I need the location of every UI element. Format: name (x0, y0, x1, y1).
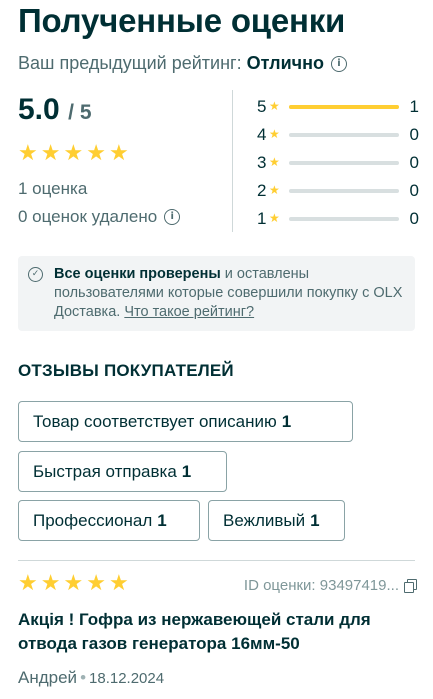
check-circle-icon: ✓ (28, 267, 43, 282)
star-icon: ★ (18, 141, 38, 166)
chip-label: Быстрая отправка (33, 461, 177, 481)
star-icon: ★ (269, 98, 280, 113)
review-tag-chip[interactable]: Вежливый 1 (208, 500, 345, 541)
removed-count: 0 оценок удалено i (18, 207, 181, 227)
star-icon: ★ (269, 126, 280, 141)
vertical-divider (232, 90, 233, 232)
previous-rating-label: Ваш предыдущий рейтинг: (18, 53, 242, 73)
previous-rating-value: Отлично (246, 53, 324, 73)
review-id: ID оценки: 93497419... (243, 577, 417, 594)
review-stars: ★ ★ ★ ★ ★ (18, 573, 129, 595)
info-icon[interactable]: i (330, 55, 347, 72)
bar-fill (289, 105, 399, 109)
star-icon: ★ (269, 182, 280, 197)
score-max: / 5 (68, 101, 92, 124)
verification-notice: ✓ Все оценки проверены и оставлены польз… (18, 256, 415, 331)
distribution-row: 3 ★ 0 (257, 149, 419, 177)
chip-count: 1 (310, 510, 320, 530)
distribution-bar (289, 217, 399, 221)
average-score: 5.0 / 5 (18, 93, 92, 127)
rating-distribution: 5 ★ 1 4 ★ 0 3 ★ 0 2 ★ 0 1 ★ 0 (257, 93, 419, 233)
chip-label: Вежливый (223, 510, 306, 530)
review-id-text: ID оценки: 93497419... (243, 577, 399, 594)
page-title: Полученные оценки (18, 2, 346, 39)
distribution-row: 2 ★ 0 (257, 177, 419, 205)
chip-label: Профессионал (33, 510, 153, 530)
star-icon: ★ (269, 154, 280, 169)
score-value: 5.0 (18, 93, 60, 126)
review-author: Андрей (18, 668, 78, 687)
ratings-count: 1 оценка (18, 179, 88, 198)
chip-count: 1 (181, 461, 192, 481)
star-icon: ★ (40, 141, 61, 166)
section-divider (18, 560, 415, 561)
reviews-section-title: ОТЗЫВЫ ПОКУПАТЕЛЕЙ (18, 361, 234, 380)
row-count: 0 (409, 153, 419, 172)
row-count: 0 (409, 181, 419, 200)
review-meta: Андрей • 18.12.2024 (18, 668, 164, 688)
chip-count: 1 (281, 411, 292, 431)
row-count: 0 (409, 209, 419, 228)
row-stars: 4 (257, 125, 267, 144)
separator-dot: • (80, 668, 87, 687)
row-count: 1 (409, 97, 419, 116)
what-is-rating-link[interactable]: Что такое рейтинг? (124, 304, 254, 320)
row-stars: 5 (257, 97, 267, 116)
star-icon: ★ (269, 210, 280, 225)
star-icon: ★ (86, 141, 106, 166)
summary-stars: ★ ★ ★ ★ ★ (18, 143, 129, 165)
notice-bold: Все оценки проверены (54, 266, 221, 282)
copy-icon[interactable] (404, 579, 417, 593)
distribution-bar (289, 133, 399, 137)
removed-count-label: 0 оценок удалено (18, 207, 158, 226)
review-product-title[interactable]: Акція ! Гофра из нержавеющей стали для о… (18, 608, 418, 656)
star-icon: ★ (18, 571, 38, 596)
distribution-bar (289, 161, 399, 165)
chip-label: Товар соответствует описанию (33, 411, 277, 431)
distribution-bar (289, 189, 399, 193)
distribution-bar (289, 105, 399, 109)
distribution-row: 1 ★ 0 (257, 205, 419, 233)
row-stars: 2 (257, 181, 267, 200)
chip-count: 1 (157, 510, 167, 530)
star-icon: ★ (86, 571, 106, 596)
review-date: 18.12.2024 (89, 670, 165, 687)
star-icon: ★ (40, 571, 61, 596)
distribution-row: 4 ★ 0 (257, 121, 419, 149)
info-icon[interactable]: i (164, 209, 181, 225)
row-stars: 1 (257, 209, 267, 228)
row-count: 0 (409, 125, 419, 144)
star-icon: ★ (63, 141, 84, 166)
previous-rating: Ваш предыдущий рейтинг: Отлично i (18, 53, 347, 74)
row-stars: 3 (257, 153, 267, 172)
review-tag-chip[interactable]: Быстрая отправка 1 (18, 451, 227, 492)
review-tag-chip[interactable]: Профессионал 1 (18, 500, 200, 541)
review-tag-chip[interactable]: Товар соответствует описанию 1 (18, 401, 353, 442)
star-icon: ★ (108, 141, 129, 166)
star-icon: ★ (63, 571, 84, 596)
star-icon: ★ (108, 571, 129, 596)
distribution-row: 5 ★ 1 (257, 93, 419, 121)
